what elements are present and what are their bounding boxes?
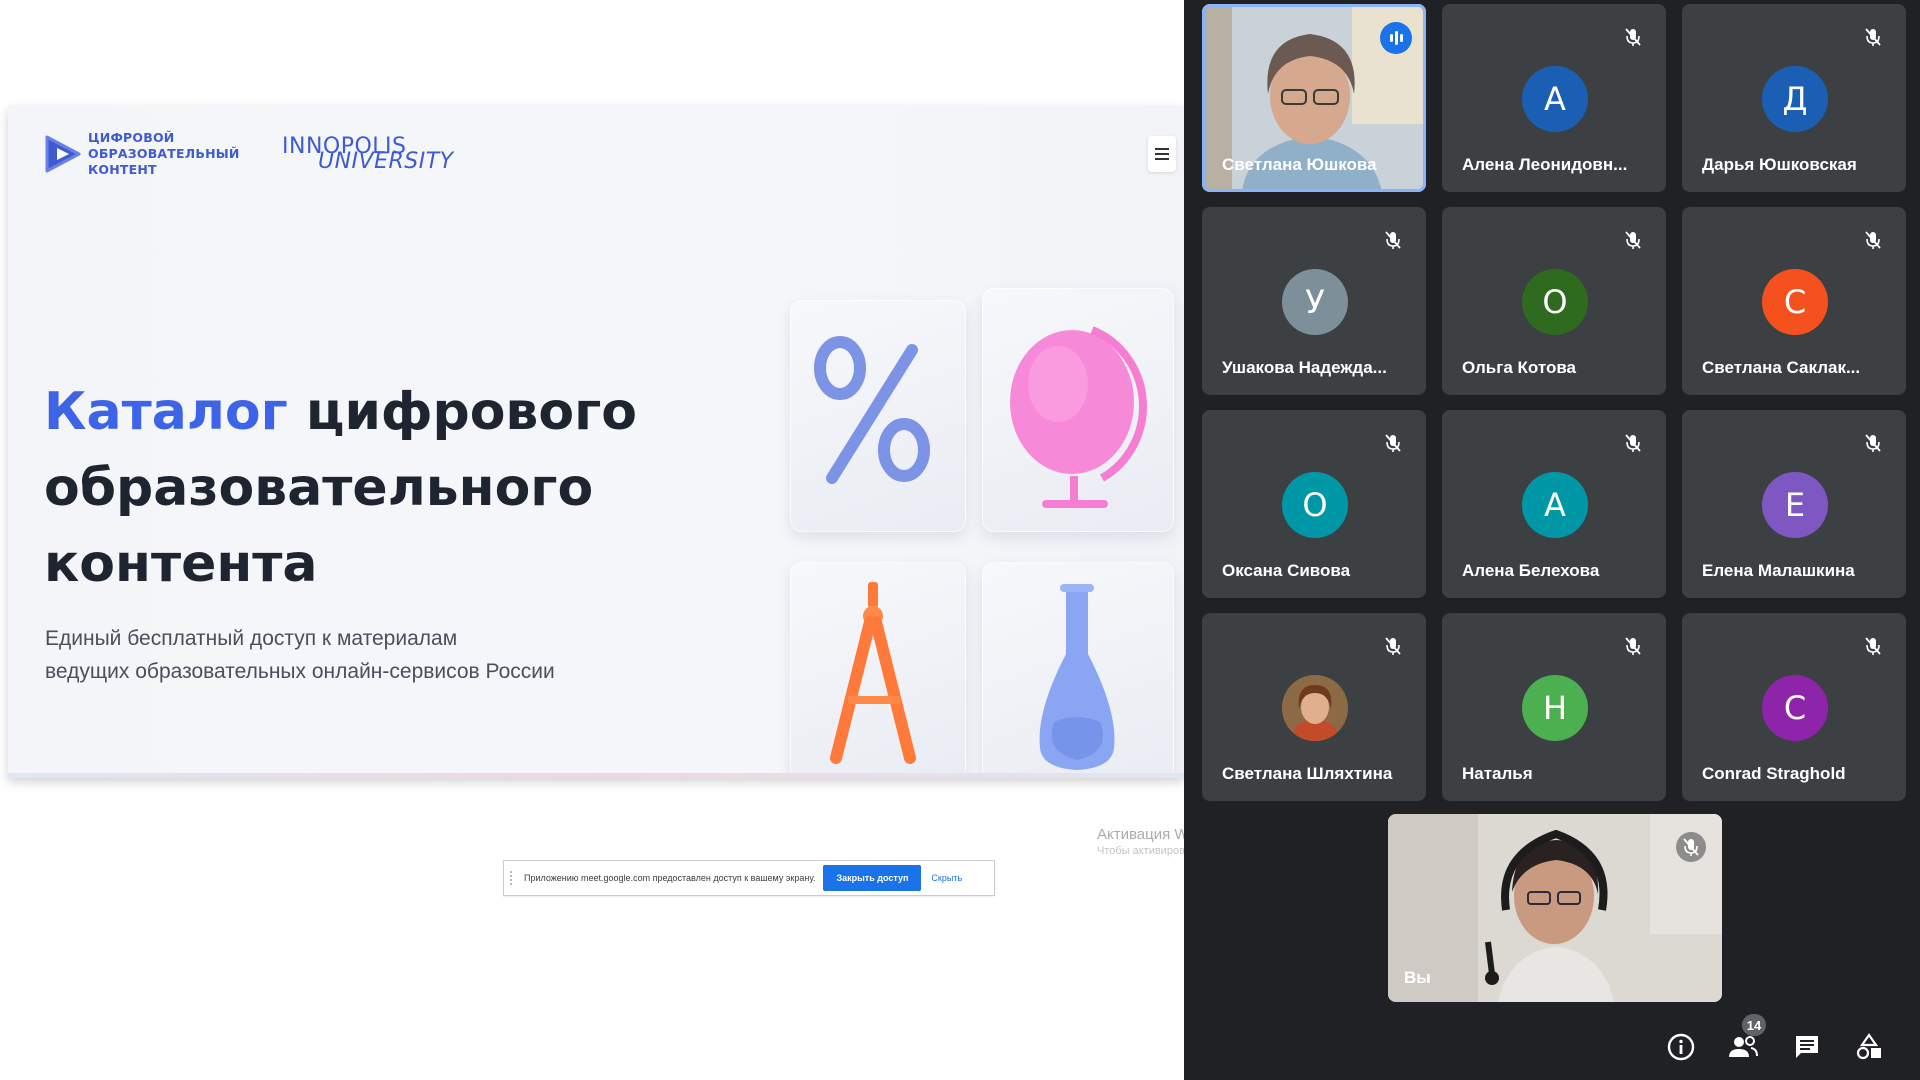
participant-name: Дарья Юшковская <box>1702 155 1857 174</box>
participant-name: Алена Леонидовн... <box>1462 155 1628 174</box>
globe-tile <box>982 288 1174 532</box>
logo-text: ЦИФРОВОЙ ОБРАЗОВАТЕЛЬНЫЙ КОНТЕНТ <box>88 130 240 178</box>
info-icon <box>1667 1033 1695 1061</box>
page-title: Каталог цифрового образовательного конте… <box>44 374 664 602</box>
play-logo-icon <box>44 131 82 177</box>
participant-avatar: А <box>1522 66 1588 132</box>
title-part: цифрового <box>287 382 637 442</box>
participant-avatar: Д <box>1762 66 1828 132</box>
windows-activation-watermark: Активация Windows Чтобы активировать Win… <box>1097 826 1187 866</box>
meet-toolbar: 14 <box>1184 1014 1920 1080</box>
participant-tile[interactable]: С Conrad Straghold <box>1682 613 1906 801</box>
participant-name: Светлана Саклак... <box>1702 358 1861 377</box>
hamburger-menu-button[interactable] <box>1148 136 1176 172</box>
participant-tile[interactable]: Д Дарья Юшковская <box>1682 4 1906 192</box>
share-message: Приложению meet.google.com предоставлен … <box>524 873 816 883</box>
watermark-line: Чтобы активировать Windows <box>1097 845 1187 857</box>
participant-name: Светлана Шляхтина <box>1222 764 1393 783</box>
participant-tile[interactable]: О Ольга Котова <box>1442 207 1666 395</box>
participant-avatar: Е <box>1762 472 1828 538</box>
participant-tile[interactable]: О Оксана Сивова <box>1202 410 1426 598</box>
mic-off-icon <box>1865 231 1881 249</box>
activities-button[interactable] <box>1850 1028 1888 1066</box>
mic-off-icon <box>1865 434 1881 452</box>
title-accent: Каталог <box>44 382 288 442</box>
participant-avatar: С <box>1762 675 1828 741</box>
compass-tile <box>790 562 966 778</box>
menu-icon <box>1155 148 1169 150</box>
people-button[interactable]: 14 <box>1724 1014 1766 1066</box>
shared-screen: ЦИФРОВОЙ ОБРАЗОВАТЕЛЬНЫЙ КОНТЕНТ INNOPOL… <box>0 0 1187 1080</box>
compass-icon <box>830 582 916 764</box>
participant-name: Ушакова Надежда... <box>1222 358 1387 377</box>
percent-icon <box>814 336 930 484</box>
participant-avatar: А <box>1522 472 1588 538</box>
mic-off-icon <box>1625 637 1641 655</box>
participant-avatar: О <box>1282 472 1348 538</box>
logo-digital-content[interactable]: ЦИФРОВОЙ ОБРАЗОВАТЕЛЬНЫЙ КОНТЕНТ <box>44 130 240 178</box>
hide-button[interactable]: Скрыть <box>931 873 962 883</box>
drag-handle-icon[interactable] <box>510 871 518 885</box>
title-part: образовательного <box>44 458 594 518</box>
participants-count-badge: 14 <box>1742 1014 1766 1036</box>
page-subtitle: Единый бесплатный доступ к материалам ве… <box>45 622 645 688</box>
meeting-info-button[interactable] <box>1662 1028 1700 1066</box>
participant-tile[interactable]: А Алена Леонидовн... <box>1442 4 1666 192</box>
mic-off-icon <box>1385 231 1401 249</box>
chat-icon <box>1796 1036 1818 1058</box>
slide: ЦИФРОВОЙ ОБРАЗОВАТЕЛЬНЫЙ КОНТЕНТ INNOPOL… <box>8 106 1184 778</box>
mic-off-icon <box>1625 28 1641 46</box>
participant-tile[interactable]: Е Елена Малашкина <box>1682 410 1906 598</box>
participant-tile[interactable]: У Ушакова Надежда... <box>1202 207 1426 395</box>
participant-name: Вы <box>1404 968 1431 987</box>
watermark-line: Активация Windows <box>1097 826 1187 843</box>
flask-icon <box>1039 584 1115 770</box>
participant-tile[interactable]: А Алена Белехова <box>1442 410 1666 598</box>
participant-avatar: Н <box>1522 675 1588 741</box>
screen-share-notification: Приложению meet.google.com предоставлен … <box>503 860 995 896</box>
participant-name: Елена Малашкина <box>1702 561 1855 580</box>
speaking-icon <box>1380 22 1412 54</box>
mic-off-icon <box>1385 637 1401 655</box>
participant-tile[interactable]: Н Наталья <box>1442 613 1666 801</box>
logo-line: КОНТЕНТ <box>88 162 157 177</box>
chat-button[interactable] <box>1788 1028 1826 1066</box>
mic-off-icon <box>1625 231 1641 249</box>
slide-bottom-border <box>8 773 1184 778</box>
participant-tile[interactable]: Светлана Юшкова <box>1202 4 1426 192</box>
participant-tile[interactable]: Светлана Шляхтина <box>1202 613 1426 801</box>
mic-off-icon <box>1676 832 1706 862</box>
participant-avatar: О <box>1522 269 1588 335</box>
participant-avatar: С <box>1762 269 1828 335</box>
percent-tile <box>790 300 966 532</box>
participant-name: Conrad Straghold <box>1702 764 1846 783</box>
subtitle-line: Единый бесплатный доступ к материалам <box>45 627 458 650</box>
activities-icon <box>1856 1033 1881 1060</box>
mic-off-icon <box>1625 434 1641 452</box>
participant-name: Ольга Котова <box>1462 358 1577 377</box>
participant-photo-avatar <box>1282 675 1348 741</box>
title-part: контента <box>44 534 318 594</box>
meet-panel: Светлана Юшкова А Алена Леонидовн... Д Дарья… <box>1184 0 1920 1080</box>
flask-tile <box>982 562 1174 778</box>
mic-off-icon <box>1865 637 1881 655</box>
self-tile[interactable]: Вы <box>1388 814 1722 1002</box>
university-line: UNIVERSITY <box>318 149 454 174</box>
participant-avatar: У <box>1282 269 1348 335</box>
participant-name: Оксана Сивова <box>1222 561 1351 580</box>
logo-line: ОБРАЗОВАТЕЛЬНЫЙ <box>88 146 240 161</box>
logo-innopolis[interactable]: INNOPOLIS UNIVERSITY <box>272 134 453 182</box>
mic-off-icon <box>1865 28 1881 46</box>
mic-off-icon <box>1385 434 1401 452</box>
participant-name: Светлана Юшкова <box>1222 155 1377 174</box>
participant-tile[interactable]: С Светлана Саклак... <box>1682 207 1906 395</box>
subtitle-line: ведущих образовательных онлайн-сервисов … <box>45 660 555 683</box>
logo-line: ЦИФРОВОЙ <box>88 130 175 145</box>
participant-name: Наталья <box>1462 764 1533 783</box>
stop-sharing-button[interactable]: Закрыть доступ <box>823 865 922 891</box>
people-icon <box>1729 1036 1758 1057</box>
globe-icon <box>1010 326 1147 508</box>
participant-name: Алена Белехова <box>1462 561 1600 580</box>
